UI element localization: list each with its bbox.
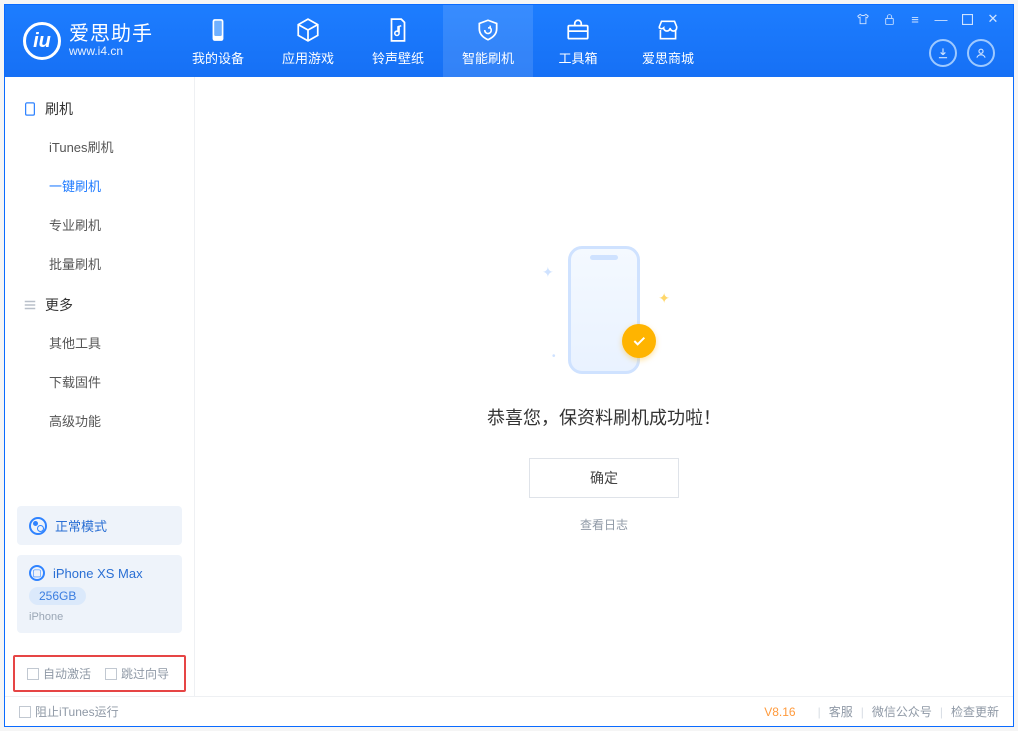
- sparkle-icon: •: [552, 351, 556, 362]
- success-message: 恭喜您，保资料刷机成功啦！: [487, 404, 721, 430]
- download-button[interactable]: [929, 39, 957, 67]
- sidebar-item-batch-flash[interactable]: 批量刷机: [5, 244, 194, 283]
- checkbox-block-itunes[interactable]: 阻止iTunes运行: [19, 703, 119, 720]
- lock-icon[interactable]: [881, 11, 897, 27]
- device-info-card[interactable]: ▢ iPhone XS Max 256GB iPhone: [17, 555, 182, 633]
- list-icon: [23, 298, 37, 312]
- window-controls-area: ≡ ― ✕: [851, 5, 1005, 77]
- body: 刷机 iTunes刷机 一键刷机 专业刷机 批量刷机 更多 其他工具 下载固件 …: [5, 77, 1013, 696]
- checkbox-icon: [27, 668, 39, 680]
- device-mode-card[interactable]: 正常模式: [17, 506, 182, 545]
- app-url: www.i4.cn: [69, 45, 153, 58]
- sidebar-item-itunes-flash[interactable]: iTunes刷机: [5, 127, 194, 166]
- toolbox-icon: [564, 16, 592, 44]
- sidebar-item-other-tools[interactable]: 其他工具: [5, 323, 194, 362]
- device-capacity: 256GB: [29, 587, 86, 605]
- checkbox-skip-guide[interactable]: 跳过向导: [105, 665, 169, 682]
- app-name: 爱思助手: [69, 23, 153, 45]
- success-check-icon: [622, 324, 656, 358]
- logo-icon: iu: [23, 22, 61, 60]
- device-name: iPhone XS Max: [53, 566, 143, 581]
- tab-apps-games[interactable]: 应用游戏: [263, 5, 353, 77]
- sparkle-icon: ✦: [658, 290, 670, 307]
- cube-icon: [294, 16, 322, 44]
- close-button[interactable]: ✕: [985, 11, 1001, 27]
- sidebar-item-download-firmware[interactable]: 下载固件: [5, 362, 194, 401]
- music-file-icon: [384, 16, 412, 44]
- tab-smart-flash[interactable]: 智能刷机: [443, 5, 533, 77]
- store-icon: [654, 16, 682, 44]
- tab-store[interactable]: 爱思商城: [623, 5, 713, 77]
- status-link-wechat[interactable]: 微信公众号: [872, 703, 932, 720]
- device-small-icon: ▢: [29, 565, 45, 581]
- tab-toolbox[interactable]: 工具箱: [533, 5, 623, 77]
- statusbar: 阻止iTunes运行 V8.16 | 客服 | 微信公众号 | 检查更新: [5, 696, 1013, 726]
- sidebar-group-flash: 刷机: [5, 87, 194, 127]
- main-content: ✦ ✦ • 恭喜您，保资料刷机成功啦！ 确定 查看日志: [195, 77, 1013, 696]
- main-tabs: 我的设备 应用游戏 铃声壁纸 智能刷机 工具箱 爱思商城: [173, 5, 713, 77]
- sparkle-icon: ✦: [542, 264, 554, 281]
- sidebar-group-more: 更多: [5, 283, 194, 323]
- flash-options-row: 自动激活 跳过向导: [13, 655, 186, 692]
- titlebar: iu 爱思助手 www.i4.cn 我的设备 应用游戏 铃声壁纸 智能刷机: [5, 5, 1013, 77]
- tshirt-icon[interactable]: [855, 11, 871, 27]
- app-logo: iu 爱思助手 www.i4.cn: [5, 5, 173, 77]
- user-button[interactable]: [967, 39, 995, 67]
- device-panel: 正常模式 ▢ iPhone XS Max 256GB iPhone: [5, 498, 194, 651]
- checkbox-icon: [105, 668, 117, 680]
- tab-ringtone-wallpaper[interactable]: 铃声壁纸: [353, 5, 443, 77]
- refresh-shield-icon: [474, 16, 502, 44]
- tab-my-device[interactable]: 我的设备: [173, 5, 263, 77]
- device-icon: [23, 102, 37, 116]
- minimize-button[interactable]: ―: [933, 11, 949, 27]
- version-label: V8.16: [764, 705, 795, 719]
- sidebar-item-advanced[interactable]: 高级功能: [5, 401, 194, 440]
- maximize-button[interactable]: [959, 11, 975, 27]
- success-illustration: ✦ ✦ •: [524, 240, 684, 380]
- view-log-link[interactable]: 查看日志: [580, 516, 628, 533]
- phone-icon: [204, 16, 232, 44]
- ok-button[interactable]: 确定: [529, 458, 679, 498]
- device-type: iPhone: [29, 611, 63, 623]
- status-link-update[interactable]: 检查更新: [951, 703, 999, 720]
- sidebar: 刷机 iTunes刷机 一键刷机 专业刷机 批量刷机 更多 其他工具 下载固件 …: [5, 77, 195, 696]
- status-link-support[interactable]: 客服: [829, 703, 853, 720]
- menu-icon[interactable]: ≡: [907, 11, 923, 27]
- app-window: iu 爱思助手 www.i4.cn 我的设备 应用游戏 铃声壁纸 智能刷机: [4, 4, 1014, 727]
- sidebar-item-onekey-flash[interactable]: 一键刷机: [5, 166, 194, 205]
- mode-icon: [29, 517, 47, 535]
- checkbox-auto-activate[interactable]: 自动激活: [27, 665, 91, 682]
- sidebar-item-pro-flash[interactable]: 专业刷机: [5, 205, 194, 244]
- checkbox-icon: [19, 706, 31, 718]
